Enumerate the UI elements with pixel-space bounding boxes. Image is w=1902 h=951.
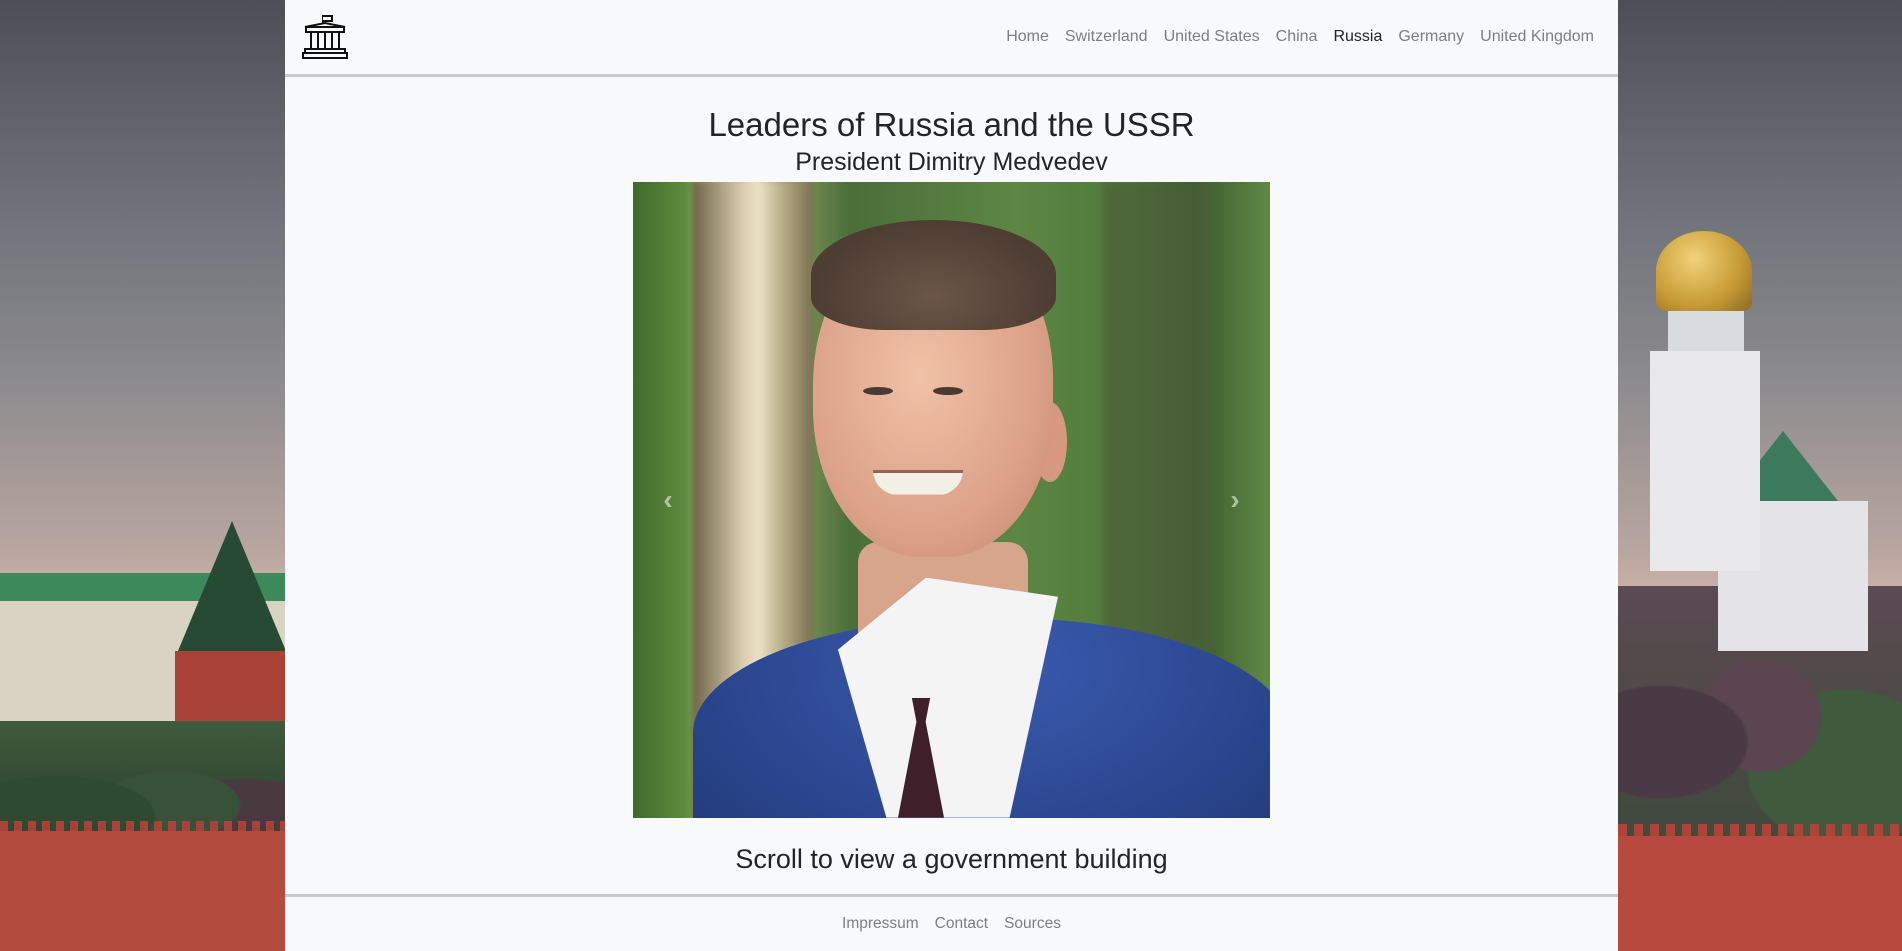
chevron-right-icon: › (1230, 483, 1240, 515)
chevron-left-icon: ‹ (663, 483, 673, 515)
carousel-prev-button[interactable]: ‹ (633, 182, 703, 818)
footer-link-contact[interactable]: Contact (927, 915, 996, 933)
leader-carousel[interactable]: ‹ › (633, 181, 1270, 818)
main-content: Leaders of Russia and the USSR President… (285, 105, 1618, 875)
leader-portrait-image (633, 181, 1270, 818)
background-kremlin-left (0, 0, 285, 951)
page-title: Leaders of Russia and the USSR (708, 106, 1195, 143)
nav-link-home[interactable]: Home (998, 28, 1057, 46)
nav-link-china[interactable]: China (1268, 28, 1326, 46)
background-kremlin-right (1618, 0, 1902, 951)
carousel-next-button[interactable]: › (1200, 182, 1270, 818)
footer-link-impressum[interactable]: Impressum (834, 915, 927, 933)
nav-link-united-kingdom[interactable]: United Kingdom (1472, 28, 1602, 46)
slide-caption: President Dimitry Medvedev (795, 147, 1108, 176)
scroll-hint: Scroll to view a government building (735, 843, 1168, 874)
page-container: Home Switzerland United States China Rus… (285, 0, 1618, 951)
nav-link-united-states[interactable]: United States (1156, 28, 1268, 46)
footer: Impressum Contact Sources (285, 894, 1618, 951)
footer-link-sources[interactable]: Sources (996, 915, 1069, 933)
government-building-icon[interactable] (301, 13, 349, 61)
nav-link-russia[interactable]: Russia (1325, 28, 1390, 46)
main-nav: Home Switzerland United States China Rus… (998, 28, 1602, 46)
navbar: Home Switzerland United States China Rus… (285, 0, 1618, 77)
nav-link-germany[interactable]: Germany (1390, 28, 1472, 46)
nav-link-switzerland[interactable]: Switzerland (1057, 28, 1156, 46)
